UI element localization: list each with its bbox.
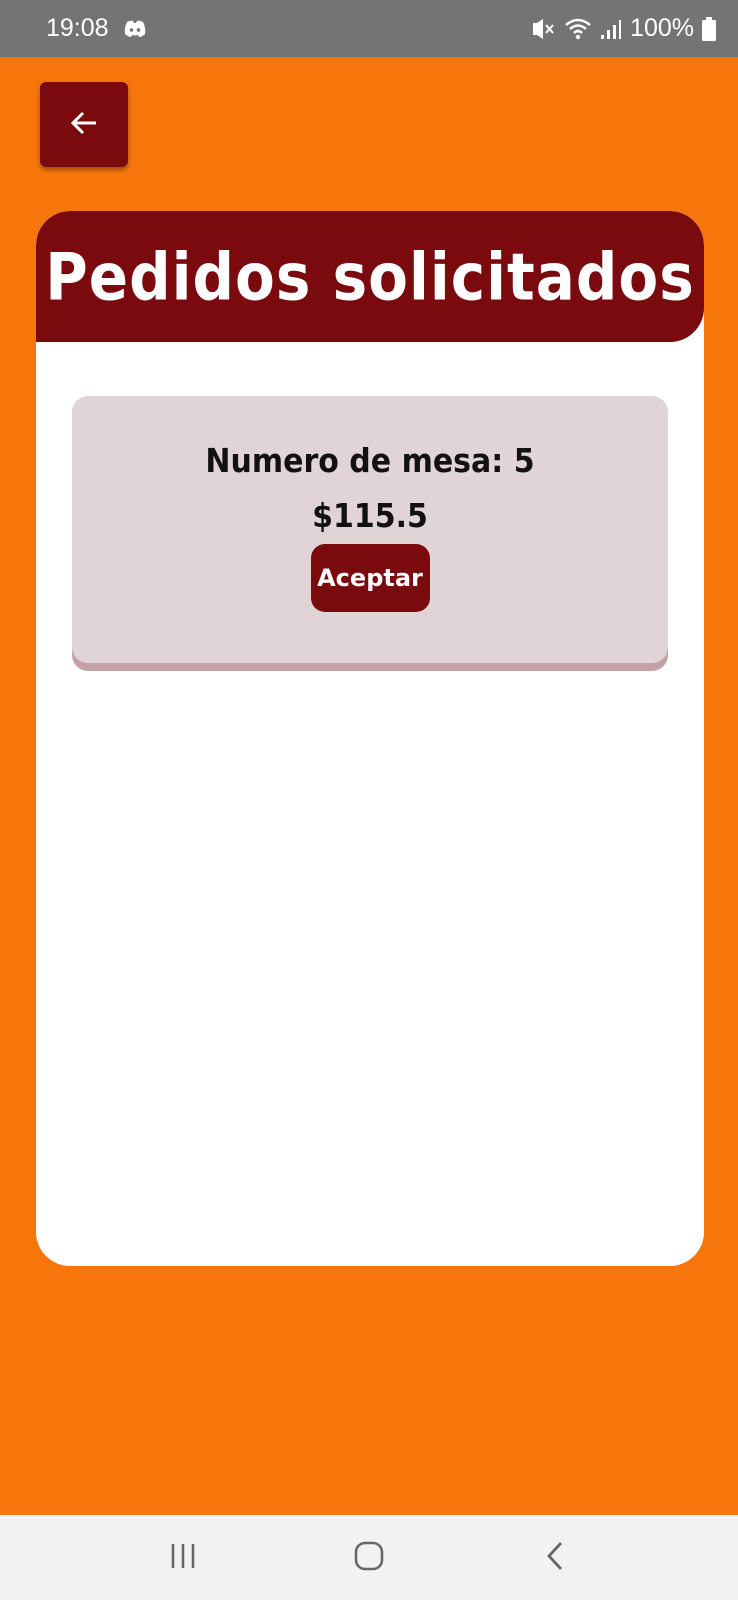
nav-back-button[interactable] [525, 1528, 585, 1588]
battery-level: 100% [630, 14, 694, 42]
back-icon [543, 1540, 567, 1576]
status-left: 19:08 [46, 14, 147, 43]
signal-icon [600, 17, 622, 41]
discord-icon [123, 20, 147, 38]
status-right: 100% [530, 14, 716, 43]
order-total: $115.5 [312, 497, 428, 536]
back-button[interactable] [40, 82, 128, 167]
card-header: Pedidos solicitados [36, 211, 704, 342]
status-bar: 19:08 100% [0, 0, 738, 57]
home-button[interactable] [339, 1528, 399, 1588]
recent-apps-button[interactable] [153, 1528, 213, 1588]
table-number: Numero de mesa: 5 [205, 442, 535, 481]
page-title: Pedidos solicitados [45, 238, 695, 315]
accept-button[interactable]: Aceptar [310, 544, 430, 612]
wifi-icon [564, 17, 592, 41]
order-item: Numero de mesa: 5 $115.5 Aceptar [72, 396, 668, 663]
home-icon [353, 1540, 385, 1576]
orders-card: Pedidos solicitados Numero de mesa: 5 $1… [36, 211, 704, 1266]
navigation-bar [0, 1515, 738, 1600]
arrow-left-icon [70, 111, 98, 139]
mute-icon [530, 17, 556, 41]
recent-apps-icon [168, 1542, 198, 1574]
status-time: 19:08 [46, 14, 109, 42]
battery-icon [702, 16, 716, 41]
